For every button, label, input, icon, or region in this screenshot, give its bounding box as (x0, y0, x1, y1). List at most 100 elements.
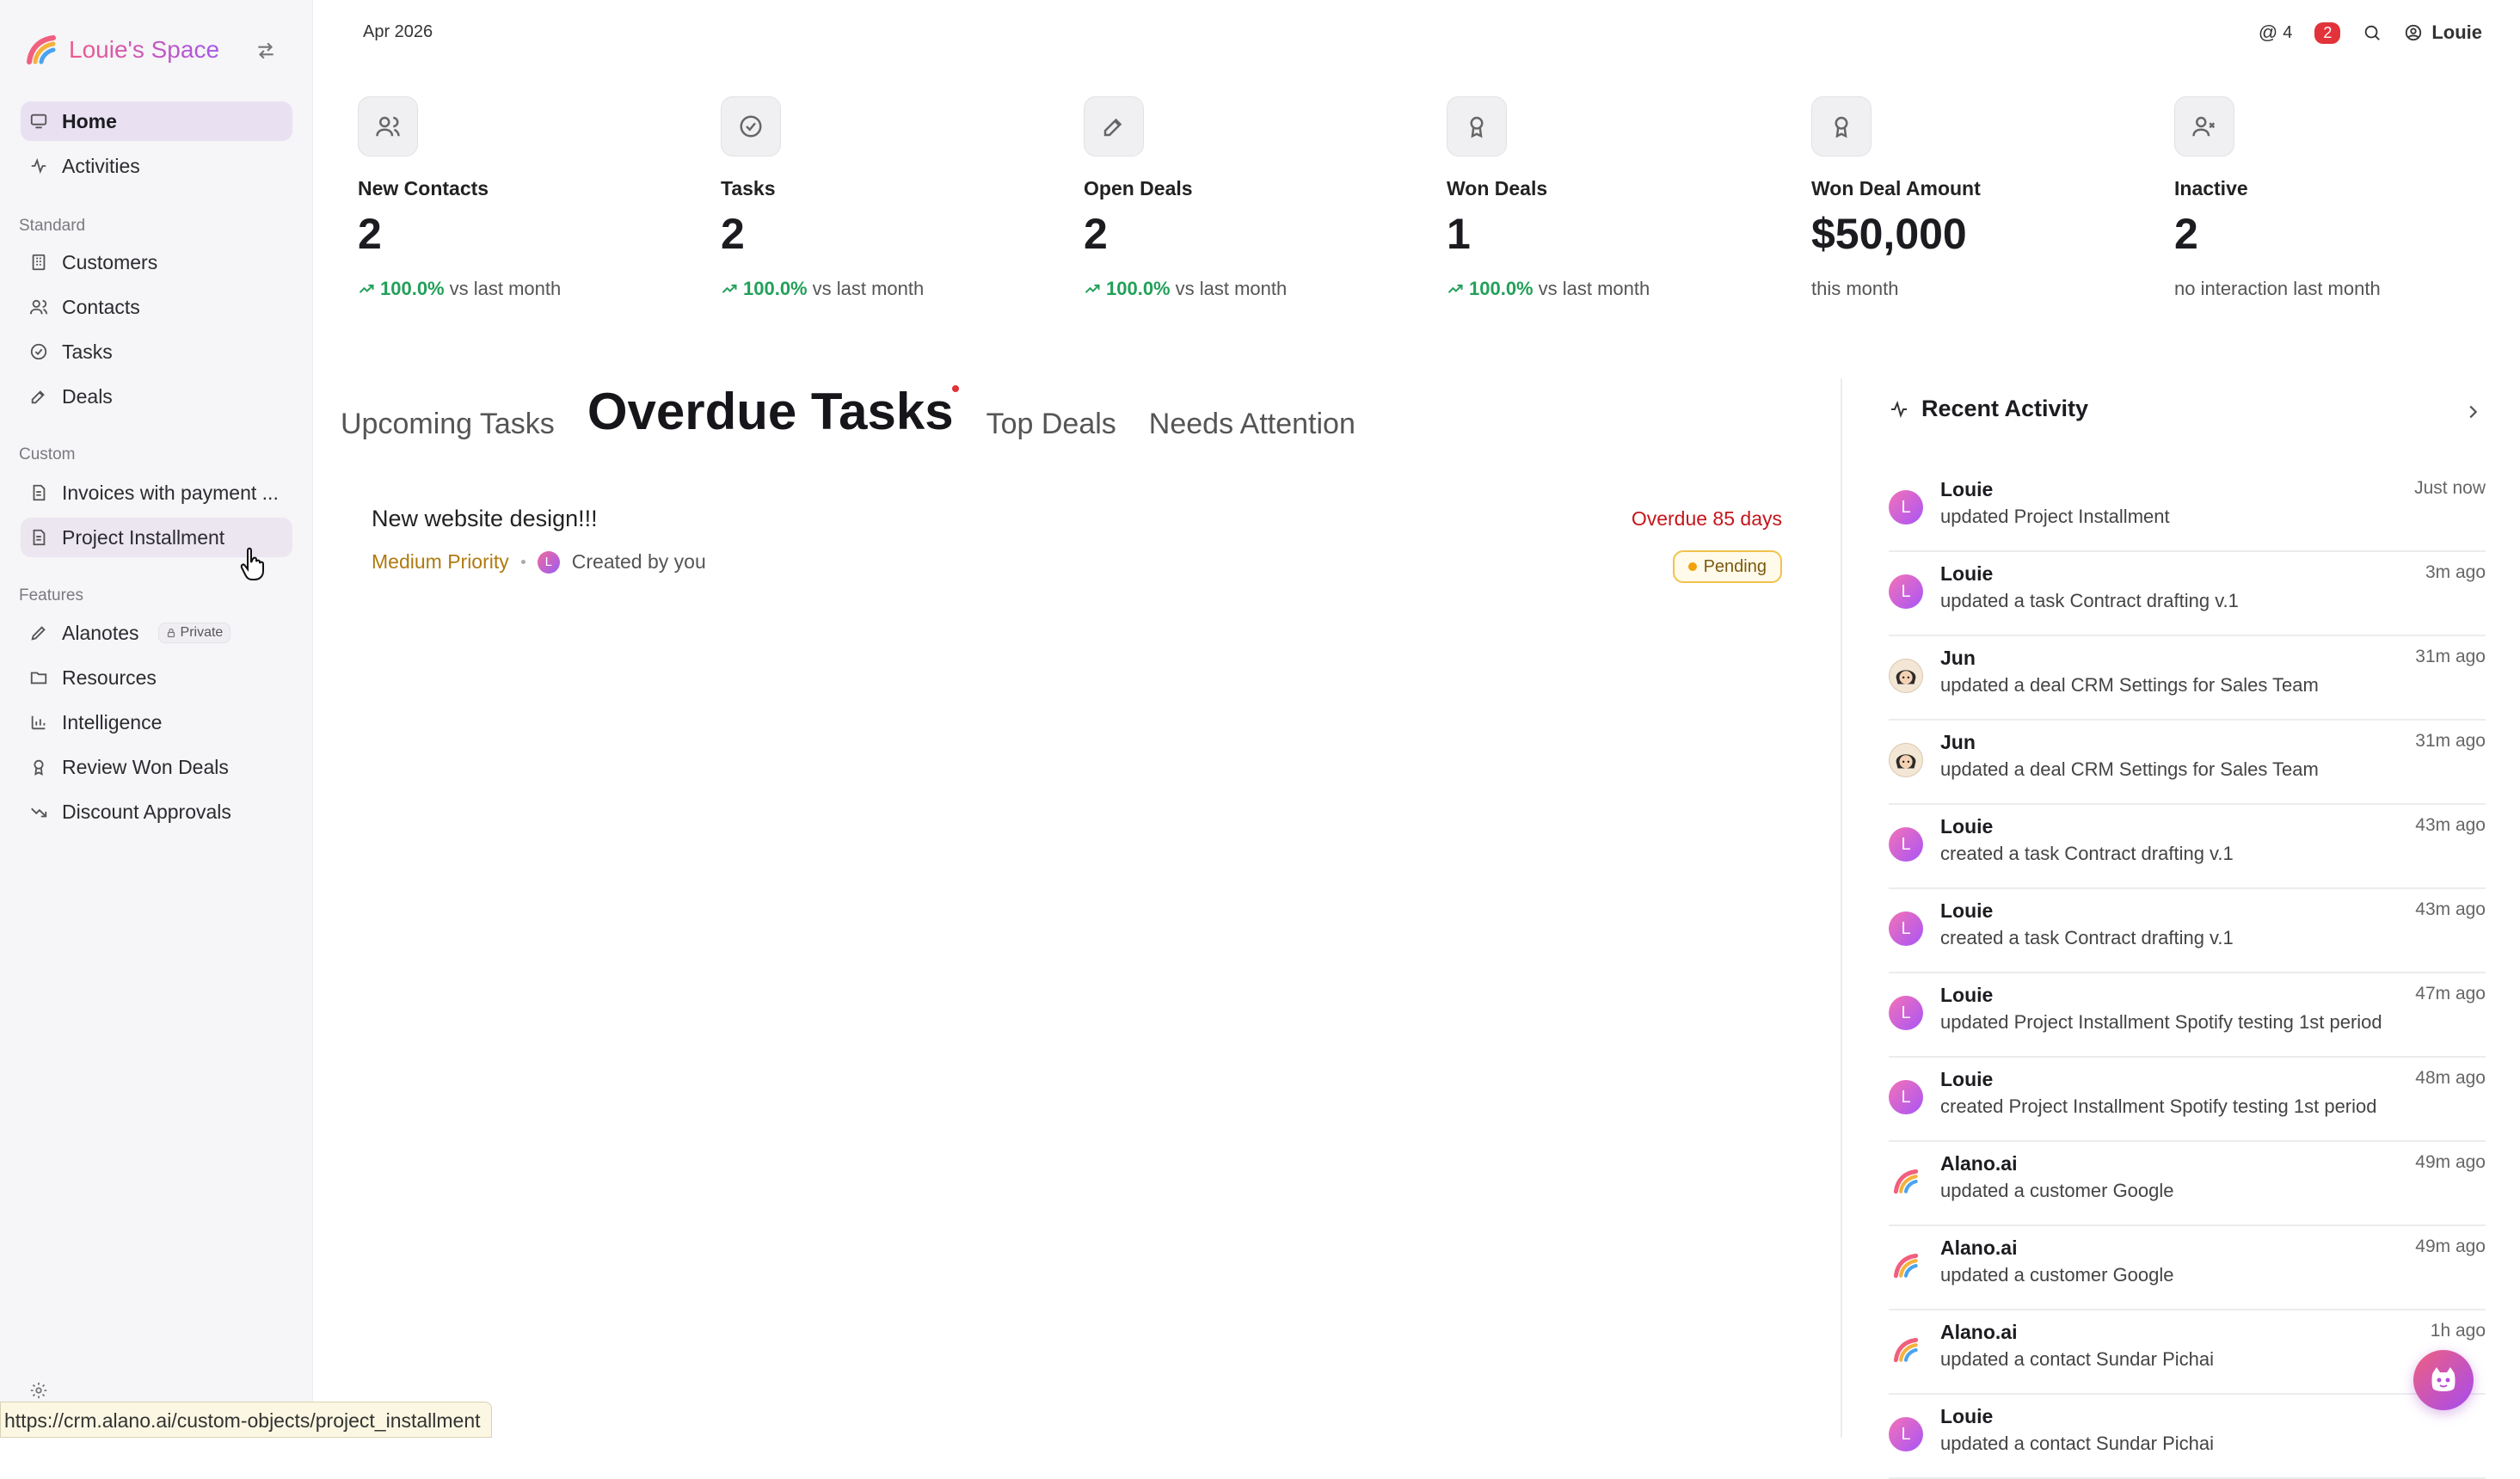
activity-item[interactable]: L Louie updated Project Installment Spotif… (1889, 973, 2486, 1058)
alano-logo-icon (1893, 1253, 1919, 1279)
activity-actor: Jun (1940, 731, 1976, 753)
status-badge[interactable]: Pending (1672, 550, 1782, 583)
activity-timestamp: 48m ago (2415, 1068, 2486, 1088)
person-avatar-icon (1890, 660, 1922, 692)
activity-item[interactable]: L Louie updated Project Installment Just no… (1889, 468, 2486, 552)
folder-icon (30, 672, 47, 684)
task-overdue-label: Overdue 85 days (1631, 507, 1782, 530)
workspace-name: Louie's Space (69, 36, 220, 63)
stat-value: $50,000 (1811, 210, 1967, 258)
stat-card-inactive[interactable]: Inactive 2 no interaction last month (2174, 96, 2501, 300)
tab-overdue-tasks[interactable]: Overdue Tasks (587, 382, 959, 441)
stat-change-suffix: no interaction last month (2174, 278, 2381, 299)
sidebar-item-invoices[interactable]: Invoices with payment ... (21, 473, 292, 512)
assistant-chat-button[interactable] (2413, 1350, 2474, 1410)
sidebar-item-label: Discount Approvals (62, 800, 231, 823)
activity-item[interactable]: L Louie created a task Contract drafting v… (1889, 805, 2486, 889)
task-title: New website design!!! (372, 506, 598, 531)
chevron-right-icon[interactable] (2463, 402, 2482, 421)
sidebar-item-label: Resources (62, 666, 157, 689)
mentions-button[interactable]: @ 4 (2259, 21, 2292, 44)
edit-icon (1103, 118, 1122, 137)
activity-item[interactable]: L Louie created a task Contract drafting v… (1889, 889, 2486, 973)
stat-card-won-deal-amount[interactable]: Won Deal Amount $50,000 this month (1811, 96, 2138, 300)
avatar: L (1889, 827, 1923, 862)
workspace-switcher[interactable]: Louie's Space (26, 34, 219, 65)
user-circle-icon (2406, 24, 2422, 41)
sidebar-item-tasks[interactable]: Tasks (21, 332, 292, 371)
avatar: L (537, 550, 560, 574)
current-period[interactable]: Apr 2026 (363, 22, 433, 42)
stat-change-suffix: this month (1811, 278, 1899, 299)
activity-timestamp: 49m ago (2415, 1152, 2486, 1172)
sidebar-item-label: Tasks (62, 340, 113, 363)
tab-needs-attention[interactable]: Needs Attention (1149, 408, 1355, 441)
stat-value: 2 (358, 210, 382, 258)
activity-item[interactable]: L Louie updated a contact Sundar Pichai (1889, 1395, 2486, 1479)
settings-gear-icon[interactable] (29, 1381, 48, 1400)
sidebar: Louie's Space Home Activities Standard C… (0, 0, 313, 1438)
notification-badge[interactable]: 2 (2314, 21, 2341, 44)
activity-timestamp: 43m ago (2415, 815, 2486, 835)
avatar (1889, 1333, 1923, 1367)
sidebar-item-customers[interactable]: Customers (21, 242, 292, 282)
activity-timestamp: 49m ago (2415, 1237, 2486, 1256)
tab-upcoming-tasks[interactable]: Upcoming Tasks (341, 408, 555, 441)
stat-label: New Contacts (358, 177, 489, 199)
hand-pointer-cursor-icon (240, 547, 264, 580)
activity-actor: Alano.ai (1940, 1237, 2018, 1259)
activity-timestamp: Just now (2414, 478, 2486, 498)
activity-item[interactable]: Jun updated a deal CRM Settings for Sales… (1889, 636, 2486, 721)
stat-value: 2 (1084, 210, 1108, 258)
sidebar-item-intelligence[interactable]: Intelligence (21, 703, 292, 742)
avatar: L (1889, 574, 1923, 609)
stat-card-new-contacts[interactable]: New Contacts 2 100.0% vs last month (358, 96, 685, 300)
activity-icon (1891, 400, 1907, 418)
activity-item[interactable]: Alano.ai updated a customer Google 49m ago (1889, 1226, 2486, 1310)
activity-timestamp: 1h ago (2430, 1321, 2486, 1341)
stat-value: 2 (2174, 210, 2198, 258)
sidebar-item-activities[interactable]: Activities (21, 146, 292, 186)
private-badge: Private (157, 623, 231, 643)
stat-label: Tasks (721, 177, 776, 199)
sidebar-item-discount-approvals[interactable]: Discount Approvals (21, 792, 292, 832)
sidebar-item-alanotes[interactable]: Alanotes Private (21, 613, 292, 653)
tab-top-deals[interactable]: Top Deals (986, 408, 1116, 441)
sidebar-item-resources[interactable]: Resources (21, 658, 292, 697)
activity-item[interactable]: L Louie created Project Installment Spotif… (1889, 1058, 2486, 1142)
search-icon[interactable] (2363, 23, 2382, 42)
sidebar-item-review-won-deals[interactable]: Review Won Deals (21, 747, 292, 787)
activity-item[interactable]: Alano.ai updated a contact Sundar Pichai 1… (1889, 1310, 2486, 1395)
monitor-icon (30, 114, 47, 129)
sidebar-item-deals[interactable]: Deals (21, 377, 292, 416)
stat-change-suffix: vs last month (1538, 278, 1650, 299)
section-label-standard: Standard (19, 217, 86, 235)
activity-item[interactable]: Alano.ai updated a customer Google 49m ago (1889, 1142, 2486, 1226)
stat-change: no interaction last month (2174, 278, 2501, 300)
separator-dot (520, 560, 526, 564)
activity-item[interactable]: L Louie updated a task Contract drafting v… (1889, 552, 2486, 636)
activity-actor: Louie (1940, 815, 1994, 838)
collapse-sidebar-icon[interactable] (255, 40, 277, 62)
recent-activity-header: Recent Activity (1889, 396, 2088, 422)
avatar: L (1889, 996, 1923, 1030)
activity-item[interactable]: Jun updated a deal CRM Settings for Sales… (1889, 721, 2486, 805)
activity-description: updated Project Installment Spotify test… (1940, 1011, 2382, 1033)
avatar (1889, 1249, 1923, 1283)
building-icon (32, 254, 46, 271)
stat-card-open-deals[interactable]: Open Deals 2 100.0% vs last month (1084, 96, 1411, 300)
stat-card-won-deals[interactable]: Won Deals 1 100.0% vs last month (1447, 96, 1773, 300)
activity-actor: Louie (1940, 984, 1994, 1006)
activity-timestamp: 3m ago (2425, 562, 2486, 582)
sidebar-item-label: Intelligence (62, 710, 163, 733)
stat-card-tasks[interactable]: Tasks 2 100.0% vs last month (721, 96, 1048, 300)
activity-description: updated a customer Google (1940, 1180, 2174, 1201)
sidebar-item-home[interactable]: Home (21, 101, 292, 141)
user-menu[interactable]: Louie (2404, 21, 2482, 44)
activity-actor: Alano.ai (1940, 1152, 2018, 1175)
sidebar-item-contacts[interactable]: Contacts (21, 287, 292, 327)
stat-change-pct: 100.0% (380, 278, 445, 299)
cat-bot-icon (2431, 1367, 2455, 1391)
task-row[interactable]: New website design!!! Overdue 85 days Me… (372, 502, 1782, 588)
stat-change: 100.0% vs last month (721, 278, 1048, 300)
